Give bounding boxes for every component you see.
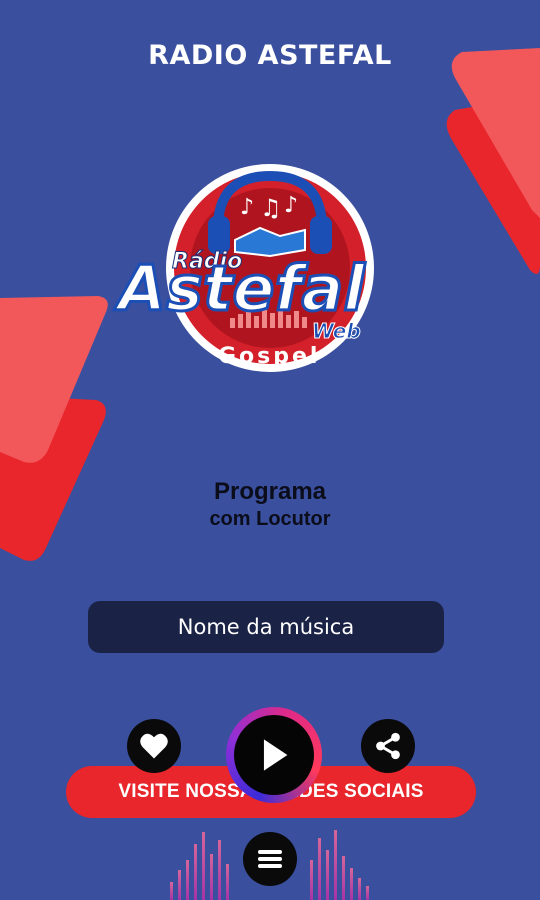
svg-text:♫: ♫: [260, 194, 282, 222]
heart-icon: [140, 733, 168, 759]
app-title: RADIO ASTEFAL: [148, 40, 392, 71]
play-button[interactable]: [226, 707, 322, 803]
menu-button[interactable]: [243, 832, 297, 886]
program-subtitle: com Locutor: [209, 508, 331, 530]
logo-gospel-text: Gospel: [218, 344, 320, 369]
favorite-button[interactable]: [127, 719, 181, 773]
play-icon: [263, 739, 288, 771]
share-icon: [376, 732, 400, 760]
svg-text:♪: ♪: [240, 195, 254, 220]
play-button-inner: [234, 715, 314, 795]
radio-logo: ♪ ♫ ♪ Rádio Astefal Web Gospel: [112, 164, 374, 372]
program-title: Programa: [213, 478, 327, 505]
program-info: Programa com Locutor: [0, 478, 540, 531]
menu-icon: [258, 850, 282, 868]
logo-main-text: Astefal: [113, 252, 365, 325]
svg-text:♪: ♪: [284, 193, 298, 218]
logo-web-text: Web: [312, 319, 361, 343]
song-name: Nome da música: [177, 615, 355, 639]
song-name-bar: Nome da música: [88, 601, 444, 653]
share-button[interactable]: [361, 719, 415, 773]
